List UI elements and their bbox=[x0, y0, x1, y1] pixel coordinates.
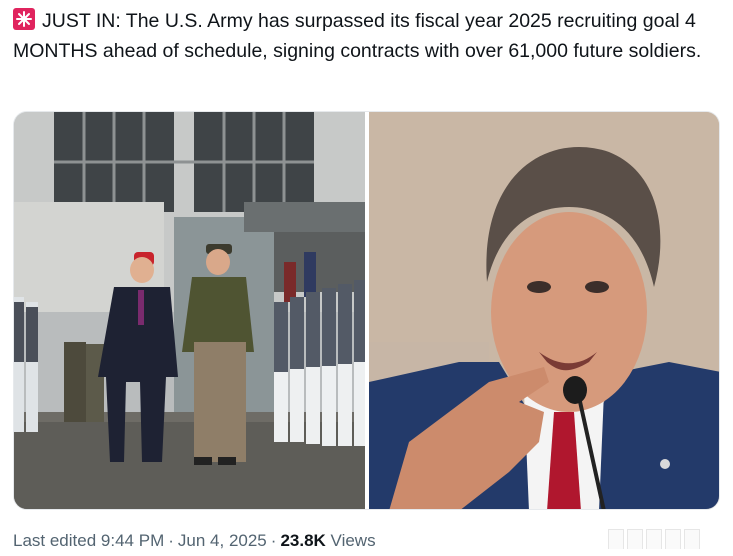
media-grid[interactable] bbox=[13, 111, 720, 510]
cropped-ui-fragment bbox=[608, 529, 726, 553]
photo-speaker[interactable] bbox=[369, 112, 719, 509]
photo-ceremony[interactable] bbox=[14, 112, 365, 509]
fragment-block bbox=[608, 529, 624, 549]
tweet-time[interactable]: 9:44 PM bbox=[101, 531, 164, 550]
tweet-body: JUST IN: The U.S. Army has surpassed its… bbox=[13, 10, 702, 62]
views-count: 23.8K bbox=[280, 531, 326, 550]
separator: · bbox=[270, 531, 277, 550]
tweet-date[interactable]: Jun 4, 2025 bbox=[178, 531, 267, 550]
fragment-block bbox=[665, 529, 681, 549]
siren-alert-icon bbox=[13, 8, 35, 30]
views-label: Views bbox=[330, 531, 376, 550]
fragment-block bbox=[646, 529, 662, 549]
tweet-meta: Last edited 9:44 PM · Jun 4, 2025 · 23.8K Vi… bbox=[13, 531, 376, 551]
fragment-block bbox=[627, 529, 643, 549]
edited-label[interactable]: Last edited bbox=[13, 531, 96, 550]
separator: · bbox=[168, 531, 174, 550]
fragment-block bbox=[684, 529, 700, 549]
tweet-text: JUST IN: The U.S. Army has surpassed its… bbox=[13, 6, 718, 66]
